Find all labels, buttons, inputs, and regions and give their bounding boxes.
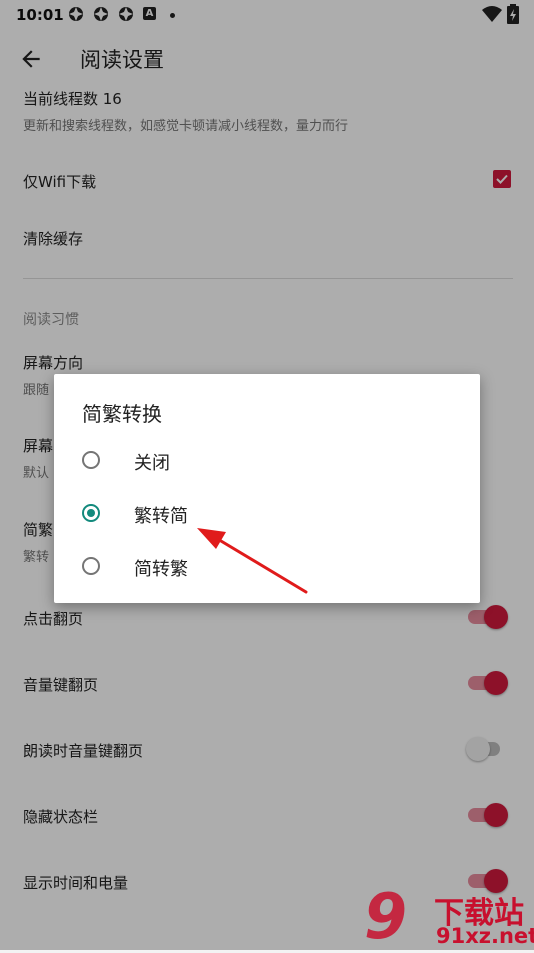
watermark-logo: 9 <box>364 880 408 953</box>
annotation-arrow-icon <box>197 528 308 594</box>
site-watermark: 9 下载站 91xz.net <box>362 880 534 953</box>
watermark-url: 91xz.net <box>436 924 534 948</box>
